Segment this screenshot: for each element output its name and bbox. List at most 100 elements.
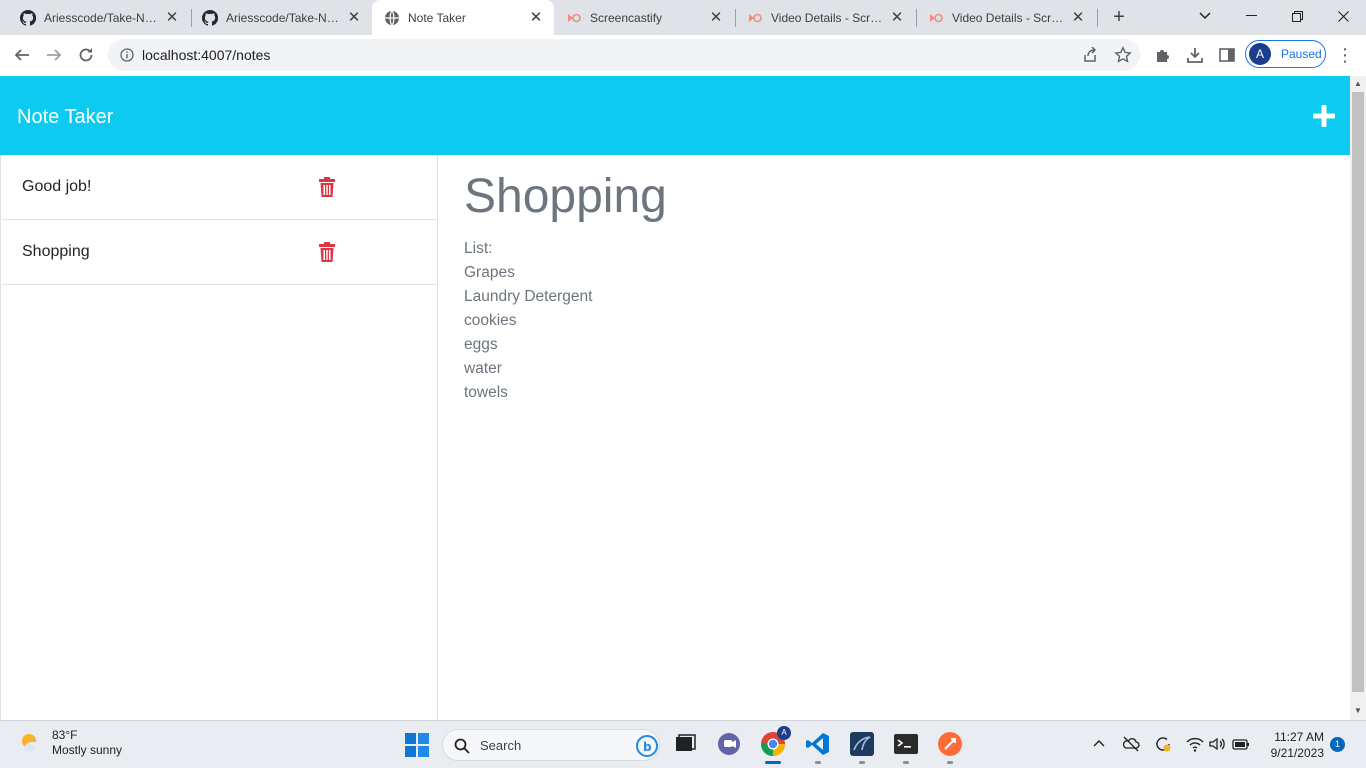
app-running-indicator: [947, 761, 953, 764]
arrow-left-icon: [14, 49, 29, 61]
close-icon[interactable]: ✕: [346, 9, 362, 26]
sync-icon[interactable]: [1154, 735, 1172, 753]
wifi-icon[interactable]: [1186, 735, 1204, 753]
weather-widget[interactable]: 83°F Mostly sunny: [18, 728, 122, 758]
back-button[interactable]: [8, 41, 36, 69]
note-editor: Shopping List: Grapes Laundry Detergent …: [438, 155, 1350, 720]
github-icon: [20, 9, 36, 26]
page-scrollbar[interactable]: ▲ ▼: [1350, 76, 1366, 720]
browser-tab[interactable]: Video Details - Screen ✕: [916, 0, 1096, 35]
plus-icon[interactable]: [1312, 104, 1336, 128]
screencastify-icon: [568, 13, 581, 22]
reload-button[interactable]: [72, 41, 100, 69]
postman-icon[interactable]: [937, 731, 963, 757]
teams-chat-icon[interactable]: [716, 731, 742, 757]
tab-separator: [1097, 9, 1098, 27]
minimize-icon: [1245, 15, 1257, 16]
volume-icon[interactable]: [1208, 735, 1226, 753]
tab-title: Ariesscode/Take-Note: [226, 10, 340, 25]
close-icon[interactable]: ✕: [528, 10, 544, 26]
onedrive-icon[interactable]: [1122, 735, 1140, 753]
chrome-profile-badge: A: [777, 726, 791, 740]
notification-badge[interactable]: 1: [1330, 737, 1345, 752]
close-icon: [1337, 10, 1349, 22]
downloads-button[interactable]: [1185, 45, 1205, 65]
forward-button[interactable]: [40, 41, 68, 69]
close-icon[interactable]: ✕: [164, 9, 180, 26]
tab-title: Note Taker: [408, 11, 466, 25]
note-title-input[interactable]: Shopping: [464, 169, 667, 224]
active-app-indicator: [765, 761, 781, 764]
tab-search-button[interactable]: [1182, 0, 1228, 32]
new-tab-button[interactable]: +: [1108, 6, 1130, 28]
weather-temp: 83°F: [52, 728, 78, 742]
clock-date: 9/21/2023: [1270, 746, 1324, 760]
tab-title: Video Details - Screen: [952, 10, 1064, 25]
note-line: eggs: [464, 336, 498, 353]
note-line: Laundry Detergent: [464, 288, 593, 305]
close-window-button[interactable]: [1320, 0, 1366, 32]
side-panel-icon: [1219, 48, 1235, 62]
browser-tab-active[interactable]: Note Taker ✕: [372, 0, 554, 36]
address-bar[interactable]: localhost:4007/notes: [108, 39, 1140, 71]
screencastify-icon: [930, 13, 943, 22]
bing-icon[interactable]: b: [636, 735, 658, 757]
windows-start-icon[interactable]: [405, 733, 429, 757]
close-icon[interactable]: ✕: [708, 9, 724, 26]
task-view-icon[interactable]: [672, 731, 698, 757]
side-panel-button[interactable]: [1217, 45, 1237, 65]
info-icon[interactable]: [120, 48, 134, 62]
more-options-icon[interactable]: ⋮: [1336, 45, 1354, 65]
clock[interactable]: 11:27 AM 9/21/2023: [1262, 729, 1324, 761]
chevron-up-icon[interactable]: [1090, 735, 1108, 753]
minimize-button[interactable]: [1228, 0, 1274, 32]
extensions-button[interactable]: [1153, 45, 1173, 65]
browser-tab[interactable]: Video Details - Screen ✕: [735, 0, 915, 35]
note-title[interactable]: Good job!: [22, 178, 91, 196]
trash-icon[interactable]: [319, 242, 335, 262]
app-running-indicator: [903, 761, 909, 764]
note-line: List:: [464, 240, 493, 257]
puzzle-icon: [1157, 50, 1169, 62]
app-header: Note Taker: [0, 76, 1350, 155]
arrow-right-icon: [47, 49, 62, 61]
restore-icon: [1291, 10, 1303, 22]
app-title[interactable]: Note Taker: [17, 106, 113, 129]
note-text-area[interactable]: List: Grapes Laundry Detergent cookies e…: [464, 237, 592, 405]
url-text[interactable]: localhost:4007/notes: [142, 47, 270, 63]
list-item[interactable]: Shopping: [2, 220, 438, 285]
app-running-indicator: [859, 761, 865, 764]
close-icon[interactable]: ✕: [889, 9, 905, 26]
browser-tab[interactable]: Ariesscode/Take-Note ✕: [8, 0, 190, 35]
app-running-indicator: [815, 761, 821, 764]
chrome-taskbar-button[interactable]: A: [760, 726, 791, 757]
share-icon[interactable]: [1082, 47, 1098, 63]
star-icon[interactable]: [1114, 46, 1132, 64]
browser-tab[interactable]: Ariesscode/Take-Note ✕: [190, 0, 372, 35]
battery-icon[interactable]: [1232, 735, 1250, 753]
vscode-icon[interactable]: [805, 731, 831, 757]
trash-icon[interactable]: [319, 177, 335, 197]
profile-button[interactable]: A Paused: [1245, 40, 1326, 68]
download-icon: [1187, 48, 1203, 63]
taskbar-search-box[interactable]: Search b: [442, 729, 660, 761]
tab-title: Video Details - Screen: [771, 10, 883, 25]
terminal-icon[interactable]: [893, 731, 919, 757]
note-line: towels: [464, 384, 508, 401]
restore-button[interactable]: [1274, 0, 1320, 32]
scroll-thumb[interactable]: [1352, 92, 1364, 692]
note-line: water: [464, 360, 502, 377]
web-page: Note Taker Good job! Shopping Shopping L…: [0, 76, 1350, 720]
close-icon[interactable]: ✕: [1070, 9, 1086, 26]
note-line: Grapes: [464, 264, 515, 281]
browser-tab[interactable]: Screencastify ✕: [554, 0, 734, 35]
note-title[interactable]: Shopping: [22, 243, 90, 261]
scroll-down-icon[interactable]: ▼: [1353, 706, 1363, 716]
tab-title: Screencastify: [590, 10, 663, 25]
screencastify-icon: [749, 13, 762, 22]
svg-text:b: b: [643, 740, 652, 754]
scroll-up-icon[interactable]: ▲: [1353, 79, 1363, 89]
list-item[interactable]: Good job!: [2, 155, 438, 220]
mysql-workbench-icon[interactable]: [849, 731, 875, 757]
taskbar: 83°F Mostly sunny Search b A 11:27 AM 9/…: [0, 720, 1366, 768]
